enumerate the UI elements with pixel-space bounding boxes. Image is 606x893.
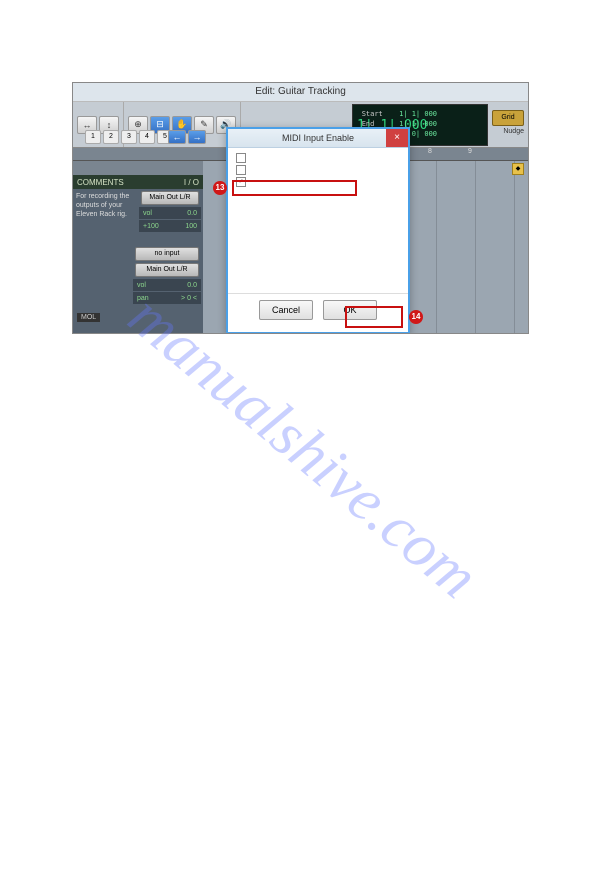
cancel-button[interactable]: Cancel — [259, 300, 313, 320]
lbl-start: Start — [362, 109, 387, 119]
comments-title: COMMENTS — [77, 178, 124, 187]
num-3[interactable]: 3 — [121, 130, 137, 144]
main-out-2[interactable]: Main Out L/R — [135, 263, 199, 277]
ruler-9: 9 — [468, 148, 472, 155]
dialog-body: ✓ — [228, 148, 408, 293]
track-comment: For recording the outputs of your Eleven… — [73, 189, 137, 233]
preset-nums: 1 2 3 4 5 — [85, 130, 173, 144]
app-window: Edit: Guitar Tracking ↔ ↕ ⊕ ⊟ ✋ ✎ 🔊 1 2 … — [72, 82, 529, 334]
no-input[interactable]: no input — [135, 247, 199, 261]
dialog-titlebar: MIDI Input Enable × — [228, 129, 408, 148]
vol-row-2: vol 0.0 — [133, 279, 201, 291]
marker-icon[interactable]: ◆ — [512, 163, 524, 175]
window-title: Edit: Guitar Tracking — [73, 83, 528, 102]
highlight-ok — [345, 306, 403, 328]
val-start: 1| 1| 000 — [399, 109, 437, 119]
close-icon[interactable]: × — [386, 129, 408, 147]
mode-b[interactable]: → — [188, 130, 206, 144]
callout-13: 13 — [213, 181, 227, 195]
nudge-label: Nudge — [503, 128, 524, 135]
main-out-1[interactable]: Main Out L/R — [141, 191, 199, 205]
num-1[interactable]: 1 — [85, 130, 101, 144]
highlight-checkbox — [232, 180, 357, 196]
ruler-8: 8 — [428, 148, 432, 155]
callout-14: 14 — [409, 310, 423, 324]
num-4[interactable]: 4 — [139, 130, 155, 144]
grid-button[interactable]: Grid — [492, 110, 524, 126]
checkbox-2[interactable] — [236, 165, 246, 175]
num-2[interactable]: 2 — [103, 130, 119, 144]
checkbox-1[interactable] — [236, 153, 246, 163]
comments-io: I / O — [184, 178, 199, 187]
pan-row-1: +100 100 — [139, 220, 201, 232]
mode-a[interactable]: ← — [168, 130, 186, 144]
midi-input-dialog: MIDI Input Enable × ✓ Cancel OK — [226, 127, 410, 334]
vol-row-1: vol 0.0 — [139, 207, 201, 219]
comments-header: COMMENTS I / O — [73, 175, 203, 189]
dialog-title: MIDI Input Enable — [282, 133, 354, 143]
mol-label: MOL — [77, 313, 100, 322]
track-left-panel: COMMENTS I / O For recording the outputs… — [73, 161, 203, 334]
pan-row-2: pan > 0 < — [133, 292, 201, 304]
